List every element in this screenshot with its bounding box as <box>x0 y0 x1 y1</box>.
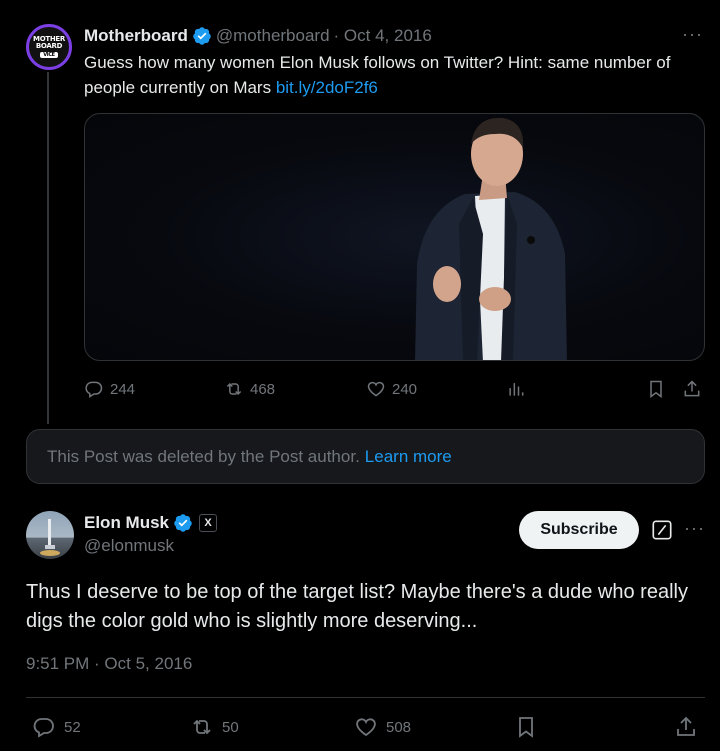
more-icon[interactable]: ··· <box>684 518 705 539</box>
repost-count: 50 <box>222 718 239 736</box>
rocket-image <box>40 519 60 556</box>
share-icon <box>684 380 700 397</box>
like-button[interactable]: 508 <box>354 710 411 744</box>
divider <box>26 697 705 698</box>
more-icon[interactable]: ··· <box>682 24 703 45</box>
avatar-logo-text: BOARD <box>35 42 63 50</box>
author-handle[interactable]: @elonmusk <box>84 536 174 556</box>
tweet-text: Thus I deserve to be top of the target l… <box>26 581 688 632</box>
tweet-header: Motherboard @motherboard · Oct 4, 2016 <box>84 24 432 48</box>
reply-count: 52 <box>64 718 81 736</box>
verified-icon[interactable] <box>173 513 193 533</box>
views-button[interactable] <box>506 376 526 402</box>
tweet-header: Elon Musk X <box>84 511 218 535</box>
repost-icon <box>226 382 242 396</box>
author-handle[interactable]: @motherboard <box>216 26 330 46</box>
tweet-media-image[interactable] <box>84 113 705 361</box>
repost-button[interactable]: 468 <box>224 376 275 402</box>
like-icon <box>356 718 376 737</box>
share-icon <box>677 716 695 736</box>
verified-icon[interactable] <box>192 26 212 46</box>
reply-button[interactable]: 52 <box>32 710 81 744</box>
tweet-link[interactable]: bit.ly/2doF2f6 <box>276 78 378 97</box>
like-count: 508 <box>386 718 412 736</box>
repost-button[interactable]: 50 <box>190 710 239 744</box>
author-name[interactable]: Motherboard <box>84 26 188 46</box>
like-count: 240 <box>392 380 418 398</box>
thread-connector-line <box>47 72 49 424</box>
post-date[interactable]: · Oct 4, 2016 <box>334 26 432 46</box>
reply-icon <box>33 718 54 738</box>
tweet-actions: 244 468 240 <box>84 376 706 402</box>
reply-icon <box>85 381 103 398</box>
like-button[interactable]: 240 <box>366 376 417 402</box>
motherboard-avatar[interactable]: MOTHER BOARD VICE <box>26 24 72 70</box>
bookmark-icon <box>519 717 533 738</box>
affiliate-badge[interactable]: X <box>199 514 218 532</box>
learn-more-link[interactable]: Learn more <box>365 447 452 467</box>
share-button[interactable] <box>674 710 698 744</box>
post-timestamp[interactable]: 9:51 PM · Oct 5, 2016 <box>26 654 192 674</box>
tweet-actions: 52 50 508 <box>26 710 706 744</box>
subscribe-button[interactable]: Subscribe <box>519 511 639 549</box>
reply-button[interactable]: 244 <box>84 376 135 402</box>
author-name[interactable]: Elon Musk <box>84 513 169 533</box>
bookmark-icon <box>650 380 662 398</box>
elonmusk-avatar[interactable] <box>26 511 74 559</box>
deleted-post-notice: This Post was deleted by the Post author… <box>26 429 705 484</box>
share-button[interactable] <box>682 376 702 402</box>
like-icon <box>367 381 385 397</box>
reply-count: 244 <box>110 380 136 398</box>
grok-icon[interactable] <box>651 519 673 541</box>
bookmark-button[interactable] <box>646 376 666 402</box>
deleted-notice-text: This Post was deleted by the Post author… <box>47 446 360 466</box>
views-icon <box>509 383 524 396</box>
tweet-text: Guess how many women Elon Musk follows o… <box>84 50 704 100</box>
repost-icon <box>193 719 211 735</box>
speaker-photo <box>415 117 567 360</box>
avatar-logo-text: VICE <box>40 52 58 58</box>
bookmark-button[interactable] <box>514 710 538 744</box>
repost-count: 468 <box>250 380 276 398</box>
